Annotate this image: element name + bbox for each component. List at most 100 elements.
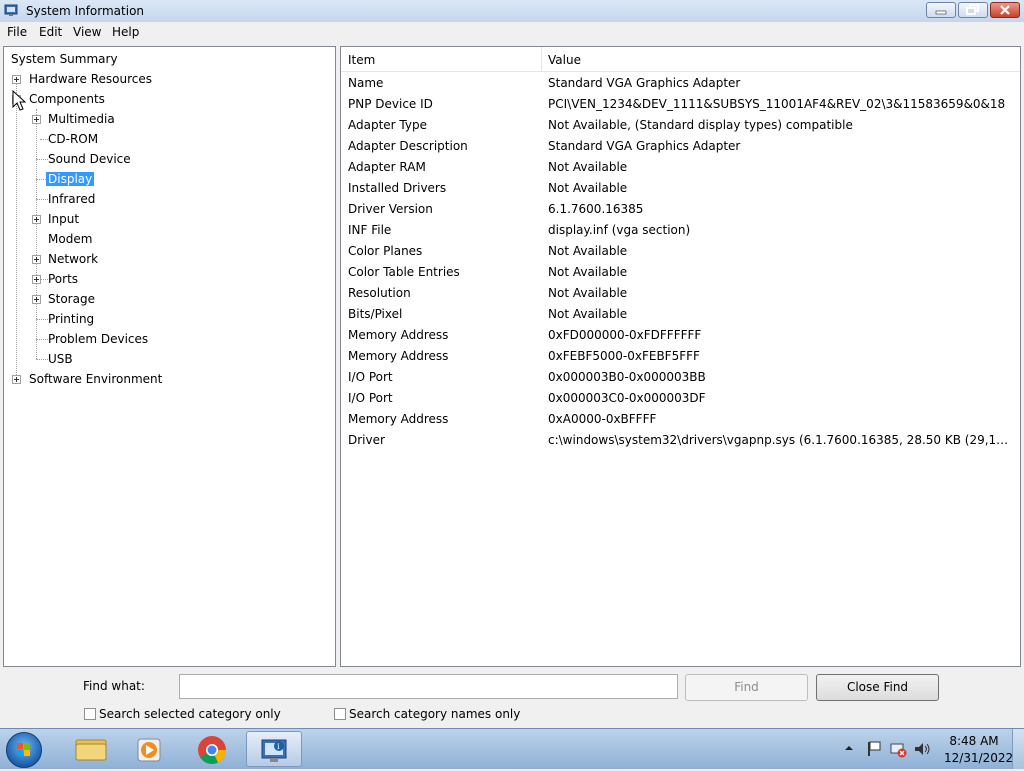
expand-plus-icon[interactable] (32, 115, 41, 124)
menu-file[interactable]: File (7, 25, 27, 39)
find-what-input[interactable] (179, 674, 678, 699)
list-row[interactable]: INF File display.inf (vga section) (341, 220, 1017, 241)
windows-explorer-icon (75, 739, 107, 761)
menu-view[interactable]: View (73, 25, 101, 39)
expand-plus-icon[interactable] (32, 215, 41, 224)
row-value-cell: 6.1.7600.16385 (548, 202, 644, 216)
search-category-names-checkbox[interactable] (334, 708, 346, 720)
taskbar: i 8:48 AM 12/31/2022 (0, 728, 1024, 769)
network-disconnected-icon[interactable] (888, 739, 908, 759)
list-row[interactable]: Color Planes Not Available (341, 241, 1017, 262)
volume-icon[interactable] (912, 739, 932, 759)
row-item-cell: I/O Port (348, 370, 393, 384)
row-value-cell: display.inf (vga section) (548, 223, 691, 237)
taskbar-chrome-button[interactable] (184, 731, 240, 767)
show-hidden-icons-icon[interactable] (842, 741, 856, 755)
tree-item-hardware-resources[interactable]: Hardware Resources (27, 70, 154, 88)
row-value-cell: 0xA0000-0xBFFFF (548, 412, 657, 426)
restore-button[interactable] (958, 2, 988, 18)
list-row[interactable]: Adapter Description Standard VGA Graphics… (341, 136, 1017, 157)
tree-item-software-environment[interactable]: Software Environment (27, 370, 164, 388)
details-list[interactable]: Item Value Name Standard VGA Graphics Ada… (340, 46, 1021, 667)
list-row[interactable]: Driver Version 6.1.7600.16385 (341, 199, 1017, 220)
tree-item-problem-devices[interactable]: Problem Devices (46, 330, 150, 348)
tree-item-printing[interactable]: Printing (46, 310, 96, 328)
row-value-cell: 0xFD000000-0xFDFFFFFF (548, 328, 702, 342)
list-row[interactable]: Installed Drivers Not Available (341, 178, 1017, 199)
taskbar-media-player-button[interactable] (122, 731, 178, 767)
row-value-cell: 0x000003B0-0x000003BB (548, 370, 706, 384)
expand-plus-icon[interactable] (12, 75, 21, 84)
expand-plus-icon[interactable] (32, 295, 41, 304)
tree-item-infrared[interactable]: Infrared (46, 190, 97, 208)
list-row[interactable]: PNP Device ID PCI\VEN_1234&DEV_1111&SUBSY… (341, 94, 1017, 115)
title-bar: System Information (0, 0, 1024, 23)
tree-item-system-summary[interactable]: System Summary (9, 50, 120, 68)
window-title: System Information (26, 4, 145, 18)
clock-date[interactable]: 12/31/2022 (944, 751, 1013, 765)
menu-help[interactable]: Help (112, 25, 139, 39)
tree-item-network[interactable]: Network (46, 250, 100, 268)
column-header-item[interactable]: Item (348, 53, 375, 67)
row-value-cell: 0x000003C0-0x000003DF (548, 391, 706, 405)
list-row[interactable]: Driver c:\windows\system32\drivers\vgapnp… (341, 430, 1017, 451)
list-row[interactable]: I/O Port 0x000003C0-0x000003DF (341, 388, 1017, 409)
row-item-cell: Driver Version (348, 202, 433, 216)
tree-item-storage[interactable]: Storage (46, 290, 97, 308)
list-row[interactable]: I/O Port 0x000003B0-0x000003BB (341, 367, 1017, 388)
row-value-cell: 0xFEBF5000-0xFEBF5FFF (548, 349, 700, 363)
tree-item-usb[interactable]: USB (46, 350, 75, 368)
action-center-flag-icon[interactable] (864, 739, 884, 759)
find-button[interactable]: Find (685, 674, 808, 701)
column-header-value[interactable]: Value (548, 53, 581, 67)
tree-item-components[interactable]: Components (27, 90, 107, 108)
tree-item-input[interactable]: Input (46, 210, 81, 228)
expand-plus-icon[interactable] (32, 275, 41, 284)
row-item-cell: I/O Port (348, 391, 393, 405)
row-value-cell: Not Available (548, 181, 628, 195)
list-row[interactable]: Resolution Not Available (341, 283, 1017, 304)
tree-item-modem[interactable]: Modem (46, 230, 94, 248)
list-row[interactable]: Color Table Entries Not Available (341, 262, 1017, 283)
search-selected-category-checkbox[interactable] (84, 708, 96, 720)
expand-plus-icon[interactable] (12, 375, 21, 384)
list-row[interactable]: Name Standard VGA Graphics Adapter (341, 73, 1017, 94)
tree-item-multimedia[interactable]: Multimedia (46, 110, 117, 128)
close-button[interactable] (990, 2, 1020, 18)
category-tree[interactable]: System Summary Hardware Resources Compon… (3, 46, 336, 667)
list-row[interactable]: Memory Address 0xFEBF5000-0xFEBF5FFF (341, 346, 1017, 367)
taskbar-system-information-button[interactable]: i (246, 731, 302, 767)
row-item-cell: Color Table Entries (348, 265, 460, 279)
row-value-cell: Standard VGA Graphics Adapter (548, 76, 741, 90)
tree-item-cd-rom[interactable]: CD-ROM (46, 130, 100, 148)
list-row[interactable]: Adapter Type Not Available, (Standard dis… (341, 115, 1017, 136)
list-row[interactable]: Memory Address 0xFD000000-0xFDFFFFFF (341, 325, 1017, 346)
list-row[interactable]: Adapter RAM Not Available (341, 157, 1017, 178)
tree-item-ports[interactable]: Ports (46, 270, 80, 288)
search-category-names-label: Search category names only (349, 707, 521, 721)
show-desktop-button[interactable] (1012, 729, 1024, 769)
row-item-cell: Installed Drivers (348, 181, 447, 195)
system-information-icon: i (261, 739, 287, 762)
row-item-cell: Adapter Description (348, 139, 468, 153)
start-button[interactable] (6, 732, 42, 768)
row-value-cell: Not Available (548, 160, 628, 174)
list-row[interactable]: Memory Address 0xA0000-0xBFFFF (341, 409, 1017, 430)
tree-item-display[interactable]: Display (46, 170, 95, 188)
column-divider[interactable] (541, 47, 542, 71)
expand-plus-icon[interactable] (32, 255, 41, 264)
menu-edit[interactable]: Edit (39, 25, 62, 39)
clock-time[interactable]: 8:48 AM (944, 734, 1004, 748)
minimize-button[interactable] (926, 2, 956, 18)
taskbar-explorer-button[interactable] (62, 731, 118, 767)
row-item-cell: PNP Device ID (348, 97, 433, 111)
list-row[interactable]: Bits/Pixel Not Available (341, 304, 1017, 325)
tree-item-sound-device[interactable]: Sound Device (46, 150, 133, 168)
system-information-app-icon (4, 4, 18, 16)
tree-connector (16, 81, 17, 381)
row-value-cell: Not Available (548, 265, 628, 279)
close-find-button[interactable]: Close Find (816, 674, 939, 701)
menu-bar: File Edit View Help (0, 22, 1024, 42)
windows-logo-icon (17, 743, 30, 756)
row-value-cell: Standard VGA Graphics Adapter (548, 139, 741, 153)
